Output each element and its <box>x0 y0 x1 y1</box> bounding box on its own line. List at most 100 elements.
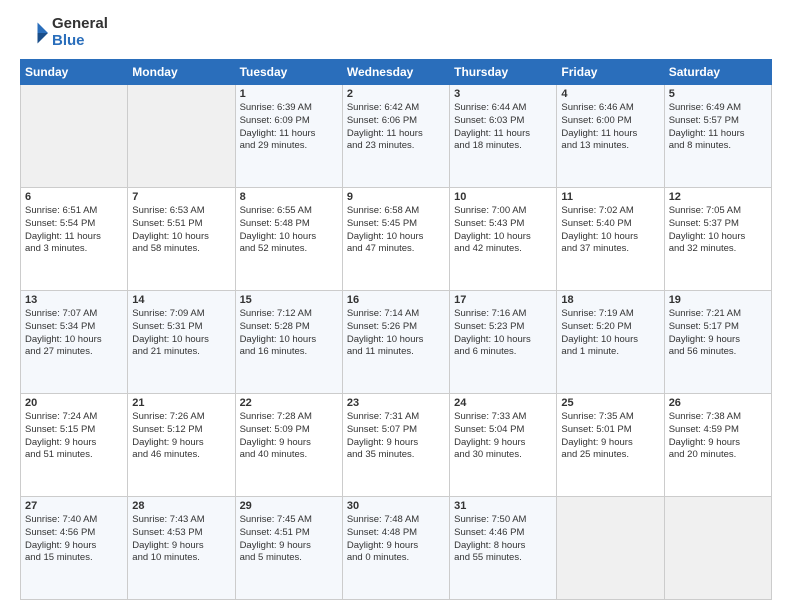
day-number: 20 <box>25 397 123 409</box>
calendar-cell: 12 Sunrise: 7:05 AM Sunset: 5:37 PM Dayli… <box>664 188 771 291</box>
day-number: 5 <box>669 88 767 100</box>
weekday-tuesday: Tuesday <box>235 60 342 85</box>
day-number: 31 <box>454 500 552 512</box>
day-detail: Sunrise: 6:39 AM Sunset: 6:09 PM Dayligh… <box>240 102 338 153</box>
day-number: 23 <box>347 397 445 409</box>
weekday-friday: Friday <box>557 60 664 85</box>
calendar-cell: 13 Sunrise: 7:07 AM Sunset: 5:34 PM Dayli… <box>21 291 128 394</box>
day-number: 10 <box>454 191 552 203</box>
weekday-header-row: SundayMondayTuesdayWednesdayThursdayFrid… <box>21 60 772 85</box>
weekday-thursday: Thursday <box>450 60 557 85</box>
day-number: 8 <box>240 191 338 203</box>
day-number: 13 <box>25 294 123 306</box>
page: General Blue SundayMondayTuesdayWednesda… <box>0 0 792 612</box>
day-number: 21 <box>132 397 230 409</box>
calendar-cell: 9Sunrise: 6:58 AM Sunset: 5:45 PM Daylig… <box>342 188 449 291</box>
calendar-cell: 4 Sunrise: 6:46 AM Sunset: 6:00 PM Daylig… <box>557 85 664 188</box>
day-detail: Sunrise: 6:55 AM Sunset: 5:48 PM Dayligh… <box>240 205 338 256</box>
day-detail: Sunrise: 7:50 AM Sunset: 4:46 PM Dayligh… <box>454 514 552 565</box>
weekday-monday: Monday <box>128 60 235 85</box>
calendar-cell: 16 Sunrise: 7:14 AM Sunset: 5:26 PM Dayli… <box>342 291 449 394</box>
week-row-4: 20 Sunrise: 7:24 AM Sunset: 5:15 PM Dayli… <box>21 394 772 497</box>
day-number: 7 <box>132 191 230 203</box>
day-number: 16 <box>347 294 445 306</box>
day-detail: Sunrise: 7:21 AM Sunset: 5:17 PM Dayligh… <box>669 308 767 359</box>
week-row-5: 27Sunrise: 7:40 AM Sunset: 4:56 PM Dayli… <box>21 497 772 600</box>
calendar-cell <box>664 497 771 600</box>
day-number: 28 <box>132 500 230 512</box>
calendar-cell: 1 Sunrise: 6:39 AM Sunset: 6:09 PM Daylig… <box>235 85 342 188</box>
calendar-cell: 21 Sunrise: 7:26 AM Sunset: 5:12 PM Dayli… <box>128 394 235 497</box>
day-number: 24 <box>454 397 552 409</box>
day-detail: Sunrise: 6:53 AM Sunset: 5:51 PM Dayligh… <box>132 205 230 256</box>
day-detail: Sunrise: 7:09 AM Sunset: 5:31 PM Dayligh… <box>132 308 230 359</box>
calendar-cell: 3Sunrise: 6:44 AM Sunset: 6:03 PM Daylig… <box>450 85 557 188</box>
day-detail: Sunrise: 7:43 AM Sunset: 4:53 PM Dayligh… <box>132 514 230 565</box>
calendar-cell: 8 Sunrise: 6:55 AM Sunset: 5:48 PM Daylig… <box>235 188 342 291</box>
day-detail: Sunrise: 7:07 AM Sunset: 5:34 PM Dayligh… <box>25 308 123 359</box>
calendar-cell <box>128 85 235 188</box>
calendar-cell: 24 Sunrise: 7:33 AM Sunset: 5:04 PM Dayli… <box>450 394 557 497</box>
calendar-cell: 23Sunrise: 7:31 AM Sunset: 5:07 PM Dayli… <box>342 394 449 497</box>
calendar-cell: 17Sunrise: 7:16 AM Sunset: 5:23 PM Dayli… <box>450 291 557 394</box>
calendar-cell: 2 Sunrise: 6:42 AM Sunset: 6:06 PM Daylig… <box>342 85 449 188</box>
day-detail: Sunrise: 6:58 AM Sunset: 5:45 PM Dayligh… <box>347 205 445 256</box>
day-detail: Sunrise: 7:05 AM Sunset: 5:37 PM Dayligh… <box>669 205 767 256</box>
calendar-cell: 22 Sunrise: 7:28 AM Sunset: 5:09 PM Dayli… <box>235 394 342 497</box>
day-number: 15 <box>240 294 338 306</box>
day-detail: Sunrise: 7:28 AM Sunset: 5:09 PM Dayligh… <box>240 411 338 462</box>
day-number: 11 <box>561 191 659 203</box>
day-detail: Sunrise: 6:42 AM Sunset: 6:06 PM Dayligh… <box>347 102 445 153</box>
day-detail: Sunrise: 7:26 AM Sunset: 5:12 PM Dayligh… <box>132 411 230 462</box>
day-detail: Sunrise: 7:14 AM Sunset: 5:26 PM Dayligh… <box>347 308 445 359</box>
day-number: 6 <box>25 191 123 203</box>
calendar-cell <box>557 497 664 600</box>
day-number: 12 <box>669 191 767 203</box>
day-number: 1 <box>240 88 338 100</box>
day-detail: Sunrise: 7:48 AM Sunset: 4:48 PM Dayligh… <box>347 514 445 565</box>
weekday-sunday: Sunday <box>21 60 128 85</box>
day-detail: Sunrise: 7:19 AM Sunset: 5:20 PM Dayligh… <box>561 308 659 359</box>
day-detail: Sunrise: 7:33 AM Sunset: 5:04 PM Dayligh… <box>454 411 552 462</box>
week-row-3: 13 Sunrise: 7:07 AM Sunset: 5:34 PM Dayli… <box>21 291 772 394</box>
calendar-table: SundayMondayTuesdayWednesdayThursdayFrid… <box>20 59 772 600</box>
calendar-cell: 28 Sunrise: 7:43 AM Sunset: 4:53 PM Dayli… <box>128 497 235 600</box>
day-number: 30 <box>347 500 445 512</box>
day-detail: Sunrise: 6:44 AM Sunset: 6:03 PM Dayligh… <box>454 102 552 153</box>
weekday-wednesday: Wednesday <box>342 60 449 85</box>
day-detail: Sunrise: 7:40 AM Sunset: 4:56 PM Dayligh… <box>25 514 123 565</box>
day-detail: Sunrise: 7:00 AM Sunset: 5:43 PM Dayligh… <box>454 205 552 256</box>
logo: General Blue <box>20 16 108 49</box>
week-row-2: 6 Sunrise: 6:51 AM Sunset: 5:54 PM Daylig… <box>21 188 772 291</box>
day-number: 25 <box>561 397 659 409</box>
week-row-1: 1 Sunrise: 6:39 AM Sunset: 6:09 PM Daylig… <box>21 85 772 188</box>
calendar-cell: 26Sunrise: 7:38 AM Sunset: 4:59 PM Dayli… <box>664 394 771 497</box>
calendar-cell: 25 Sunrise: 7:35 AM Sunset: 5:01 PM Dayli… <box>557 394 664 497</box>
day-number: 22 <box>240 397 338 409</box>
logo-icon <box>20 19 48 47</box>
day-detail: Sunrise: 6:46 AM Sunset: 6:00 PM Dayligh… <box>561 102 659 153</box>
day-detail: Sunrise: 7:45 AM Sunset: 4:51 PM Dayligh… <box>240 514 338 565</box>
day-number: 4 <box>561 88 659 100</box>
calendar-cell: 31 Sunrise: 7:50 AM Sunset: 4:46 PM Dayli… <box>450 497 557 600</box>
day-number: 2 <box>347 88 445 100</box>
day-number: 14 <box>132 294 230 306</box>
calendar-cell: 10 Sunrise: 7:00 AM Sunset: 5:43 PM Dayli… <box>450 188 557 291</box>
day-detail: Sunrise: 6:49 AM Sunset: 5:57 PM Dayligh… <box>669 102 767 153</box>
calendar-cell: 14 Sunrise: 7:09 AM Sunset: 5:31 PM Dayli… <box>128 291 235 394</box>
day-number: 17 <box>454 294 552 306</box>
day-number: 19 <box>669 294 767 306</box>
day-detail: Sunrise: 7:24 AM Sunset: 5:15 PM Dayligh… <box>25 411 123 462</box>
calendar-cell: 20 Sunrise: 7:24 AM Sunset: 5:15 PM Dayli… <box>21 394 128 497</box>
calendar-cell <box>21 85 128 188</box>
day-number: 26 <box>669 397 767 409</box>
day-number: 29 <box>240 500 338 512</box>
day-detail: Sunrise: 7:35 AM Sunset: 5:01 PM Dayligh… <box>561 411 659 462</box>
calendar-cell: 18Sunrise: 7:19 AM Sunset: 5:20 PM Dayli… <box>557 291 664 394</box>
calendar-cell: 30 Sunrise: 7:48 AM Sunset: 4:48 PM Dayli… <box>342 497 449 600</box>
day-detail: Sunrise: 6:51 AM Sunset: 5:54 PM Dayligh… <box>25 205 123 256</box>
calendar-cell: 11Sunrise: 7:02 AM Sunset: 5:40 PM Dayli… <box>557 188 664 291</box>
logo-text: General Blue <box>52 16 108 49</box>
calendar-cell: 29 Sunrise: 7:45 AM Sunset: 4:51 PM Dayli… <box>235 497 342 600</box>
calendar-cell: 7 Sunrise: 6:53 AM Sunset: 5:51 PM Daylig… <box>128 188 235 291</box>
